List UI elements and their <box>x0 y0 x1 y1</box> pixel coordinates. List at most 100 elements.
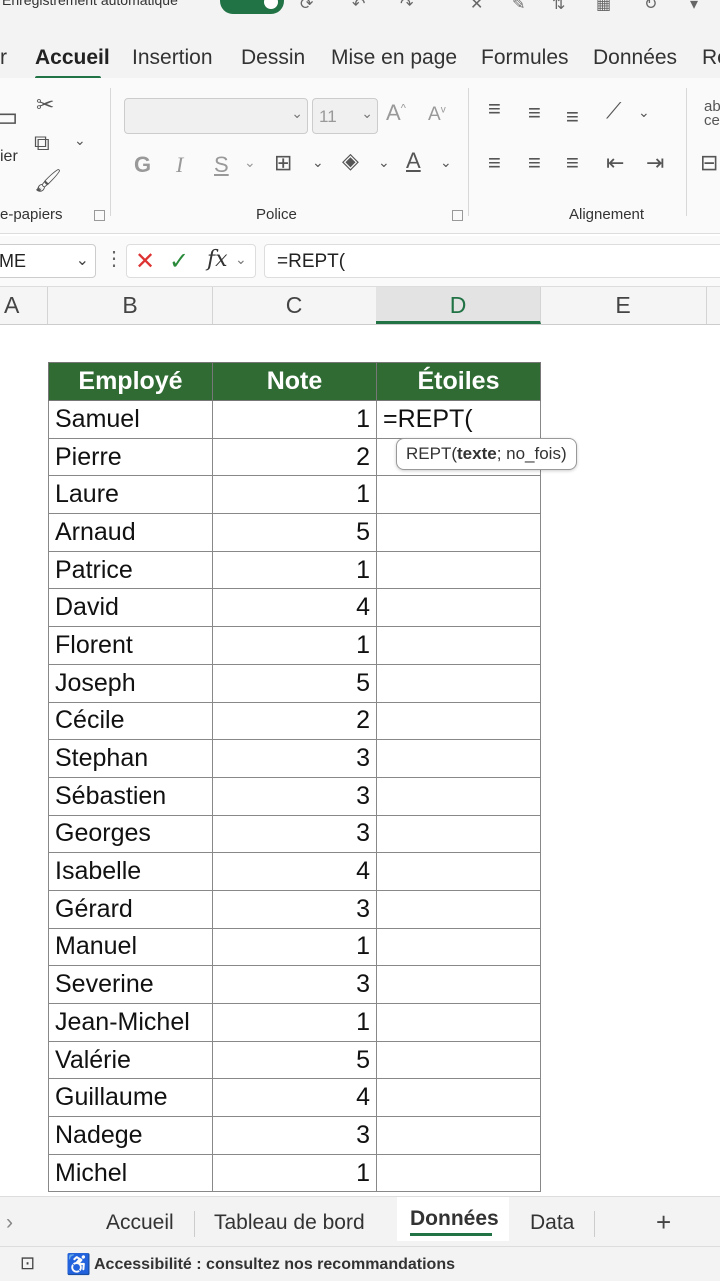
copy-dropdown-icon[interactable]: ⌄ <box>74 132 86 149</box>
tab-accueil[interactable]: Accueil <box>35 46 110 70</box>
cell-note[interactable]: 5 <box>212 513 377 552</box>
scroll-sheets-icon[interactable]: › <box>6 1211 13 1235</box>
tab-mise-en-page[interactable]: Mise en page <box>331 46 457 70</box>
cell-employe[interactable]: Jean-Michel <box>48 1003 213 1042</box>
cell-employe[interactable]: Isabelle <box>48 852 213 891</box>
cell-note[interactable]: 4 <box>212 588 377 628</box>
align-left-icon[interactable]: ≡ <box>488 150 501 176</box>
cell-employe[interactable]: Florent <box>48 626 213 665</box>
paste-icon[interactable]: ▭ <box>0 100 18 133</box>
cell-etoiles[interactable] <box>376 889 541 929</box>
cell-employe[interactable]: Georges <box>48 814 213 854</box>
fill-color-icon[interactable]: ◈ <box>342 148 359 174</box>
borders-icon[interactable]: ⊞ <box>274 150 292 176</box>
tab-donnees[interactable]: Données <box>593 46 677 70</box>
cell-note[interactable]: 4 <box>212 852 377 891</box>
cell-employe[interactable]: Michel <box>48 1153 213 1193</box>
shrink-font-icon[interactable]: Av <box>428 104 446 126</box>
cell-etoiles[interactable] <box>376 1116 541 1155</box>
cell-employe[interactable]: Sébastien <box>48 776 213 816</box>
vertical-dots-icon[interactable]: ⋮ <box>104 246 124 271</box>
grow-font-icon[interactable]: A^ <box>386 100 406 126</box>
align-bottom-icon[interactable]: ≡ <box>566 104 579 130</box>
cell-note[interactable]: 1 <box>212 400 377 439</box>
cell-note[interactable]: 1 <box>212 1153 377 1193</box>
cell-employe[interactable]: Arnaud <box>48 513 213 552</box>
clipboard-launcher-icon[interactable] <box>94 210 105 221</box>
font-color-dropdown-icon[interactable]: ⌄ <box>440 154 452 171</box>
cell-note[interactable]: 2 <box>212 437 377 477</box>
more-icon[interactable]: ▾ <box>690 0 698 14</box>
orientation-icon[interactable]: ⟋ <box>606 98 621 124</box>
cell-employe[interactable]: Pierre <box>48 437 213 477</box>
cell-etoiles[interactable] <box>376 1003 541 1042</box>
cell-etoiles[interactable] <box>376 701 541 741</box>
cell-note[interactable]: 5 <box>212 1040 377 1080</box>
cell-employe[interactable]: Cécile <box>48 701 213 741</box>
cell-note[interactable]: 1 <box>212 475 377 515</box>
align-center-icon[interactable]: ≡ <box>528 150 541 176</box>
increase-indent-icon[interactable]: ⇥ <box>646 150 664 176</box>
orientation-dropdown-icon[interactable]: ⌄ <box>638 104 650 121</box>
borders-dropdown-icon[interactable]: ⌄ <box>312 154 324 171</box>
font-size-select[interactable]: 11 ⌄ <box>312 98 378 134</box>
cell-etoiles[interactable] <box>376 550 541 590</box>
cell-note[interactable]: 3 <box>212 965 377 1004</box>
cell-note[interactable]: 1 <box>212 626 377 665</box>
cell-note[interactable]: 3 <box>212 1116 377 1155</box>
cell-employe[interactable]: Samuel <box>48 400 213 439</box>
cell-etoiles[interactable] <box>376 1040 541 1080</box>
cell-etoiles[interactable] <box>376 663 541 703</box>
add-sheet-icon[interactable]: + <box>656 1207 671 1238</box>
worksheet-grid[interactable]: Employé Note Étoiles Samuel 1 =REPT(Pierre… <box>0 325 720 1195</box>
tab-dessin[interactable]: Dessin <box>241 46 305 70</box>
cell-etoiles[interactable] <box>376 965 541 1004</box>
font-color-icon[interactable]: A <box>406 148 421 174</box>
accessibility-icon[interactable]: ♿ <box>66 1252 91 1277</box>
cell-etoiles[interactable] <box>376 513 541 552</box>
active-cell-editing[interactable]: =REPT( <box>376 400 541 439</box>
column-header-e[interactable]: E <box>540 287 707 324</box>
accessibility-status[interactable]: Accessibilité : consultez nos recommanda… <box>94 1256 455 1274</box>
align-right-icon[interactable]: ≡ <box>566 150 579 176</box>
tab-insertion[interactable]: Insertion <box>132 46 213 70</box>
cell-etoiles[interactable] <box>376 739 541 778</box>
clear-icon[interactable]: ✕ <box>470 0 483 14</box>
column-header-a[interactable]: A <box>0 287 48 324</box>
cell-employe[interactable]: Severine <box>48 965 213 1004</box>
cell-employe[interactable]: Guillaume <box>48 1078 213 1118</box>
copy-icon[interactable]: ⧉ <box>34 130 50 156</box>
cell-note[interactable]: 1 <box>212 927 377 967</box>
header-employe[interactable]: Employé <box>48 362 213 401</box>
underline-dropdown-icon[interactable]: ⌄ <box>244 154 256 171</box>
sheet-tab-tableau-de-bord[interactable]: Tableau de bord <box>214 1211 365 1235</box>
cell-employe[interactable]: Stephan <box>48 739 213 778</box>
cell-etoiles[interactable] <box>376 814 541 854</box>
cell-etoiles[interactable] <box>376 852 541 891</box>
cell-note[interactable]: 4 <box>212 1078 377 1118</box>
column-header-d[interactable]: D <box>376 287 541 324</box>
sheet-tab-accueil[interactable]: Accueil <box>106 1211 174 1235</box>
tab-formules[interactable]: Formules <box>481 46 569 70</box>
chevron-down-icon[interactable]: ⌄ <box>235 251 247 268</box>
cell-etoiles[interactable] <box>376 927 541 967</box>
cell-employe[interactable]: Gérard <box>48 889 213 929</box>
function-tooltip[interactable]: REPT(texte; no_fois) <box>396 438 577 470</box>
cell-note[interactable]: 2 <box>212 701 377 741</box>
sort-icon[interactable]: ⇅ <box>552 0 565 14</box>
cell-employe[interactable]: Laure <box>48 475 213 515</box>
bold-icon[interactable]: G <box>134 152 151 178</box>
cell-etoiles[interactable] <box>376 475 541 515</box>
cell-employe[interactable]: Patrice <box>48 550 213 590</box>
cell-note[interactable]: 5 <box>212 663 377 703</box>
decrease-indent-icon[interactable]: ⇤ <box>606 150 624 176</box>
refresh-icon[interactable]: ↻ <box>644 0 657 14</box>
format-painter-qat-icon[interactable]: ✎ <box>512 0 525 14</box>
cut-icon[interactable]: ✂ <box>36 92 54 118</box>
tab-partial-right[interactable]: Ré <box>702 46 720 70</box>
undo-icon[interactable]: ↶ <box>352 0 365 14</box>
cell-etoiles[interactable] <box>376 1153 541 1193</box>
italic-icon[interactable]: I <box>176 152 183 178</box>
name-box[interactable]: ME ⌄ <box>0 244 96 278</box>
tab-partial-left[interactable]: r <box>0 46 7 70</box>
